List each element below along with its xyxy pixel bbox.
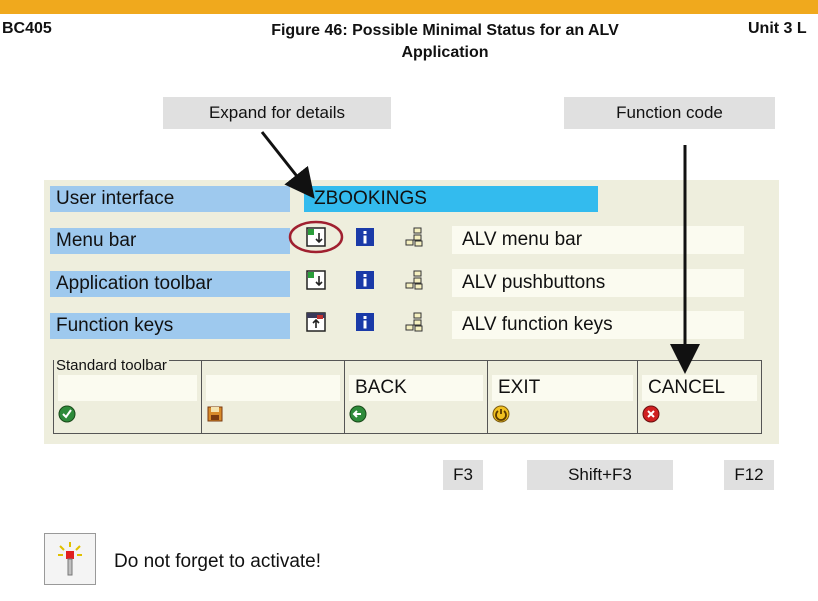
toolbar-cell-save[interactable] [202, 361, 345, 433]
accent-bar [0, 0, 818, 14]
toolbar-cell-cancel[interactable]: CANCEL [638, 361, 761, 433]
user-interface-label: User interface [50, 186, 290, 212]
highlight-circle [288, 220, 344, 254]
function-code-field[interactable] [58, 375, 197, 401]
function-code-field[interactable]: BACK [349, 375, 483, 401]
menu-bar-label: Menu bar [50, 228, 290, 254]
function-code-field[interactable] [206, 375, 340, 401]
user-interface-field[interactable]: ZBOOKINGS [304, 186, 598, 212]
function-keys-field[interactable]: ALV function keys [452, 311, 744, 339]
application-toolbar-field[interactable]: ALV pushbuttons [452, 269, 744, 297]
expand-callout: Expand for details [163, 97, 391, 129]
info-icon[interactable] [355, 312, 375, 332]
function-code-field[interactable]: EXIT [492, 375, 633, 401]
fkey-cancel: F12 [724, 460, 774, 490]
activate-note: Do not forget to activate! [114, 551, 322, 572]
figure-title-line2: Application [401, 44, 489, 61]
course-code: BC405 [2, 20, 52, 37]
standard-toolbar-caption: Standard toolbar [54, 357, 169, 374]
function-keys-label: Function keys [50, 313, 290, 339]
figure-title: Figure 46: Possible Minimal Status for a… [210, 20, 680, 64]
toolbar-cell-exit[interactable]: EXIT [488, 361, 638, 433]
unit-label: Unit 3 L [748, 20, 807, 37]
toolbar-cell-back[interactable]: BACK [345, 361, 488, 433]
hierarchy-icon[interactable] [404, 312, 424, 332]
info-icon[interactable] [355, 227, 375, 247]
menu-bar-field[interactable]: ALV menu bar [452, 226, 744, 254]
hierarchy-icon[interactable] [404, 227, 424, 247]
back-icon [349, 405, 367, 423]
exit-icon [492, 405, 510, 423]
fkey-back: F3 [443, 460, 483, 490]
cancel-icon [642, 405, 660, 423]
collapse-icon[interactable] [306, 312, 326, 332]
figure-title-line1: Figure 46: Possible Minimal Status for a… [271, 22, 619, 39]
check-icon [58, 405, 76, 423]
info-icon[interactable] [355, 270, 375, 290]
toolbar-cell-check[interactable]: Standard toolbar [54, 357, 202, 433]
application-toolbar-label: Application toolbar [50, 271, 290, 297]
fkey-exit: Shift+F3 [527, 460, 673, 490]
hierarchy-icon[interactable] [404, 270, 424, 290]
save-icon [207, 406, 223, 422]
activate-button[interactable] [44, 533, 96, 585]
expand-icon[interactable] [306, 270, 326, 290]
function-code-callout: Function code [564, 97, 775, 129]
standard-toolbar: Standard toolbar BACK EXIT CANCEL [53, 357, 762, 434]
function-code-field[interactable]: CANCEL [642, 375, 757, 401]
activate-wand-icon [58, 542, 82, 576]
